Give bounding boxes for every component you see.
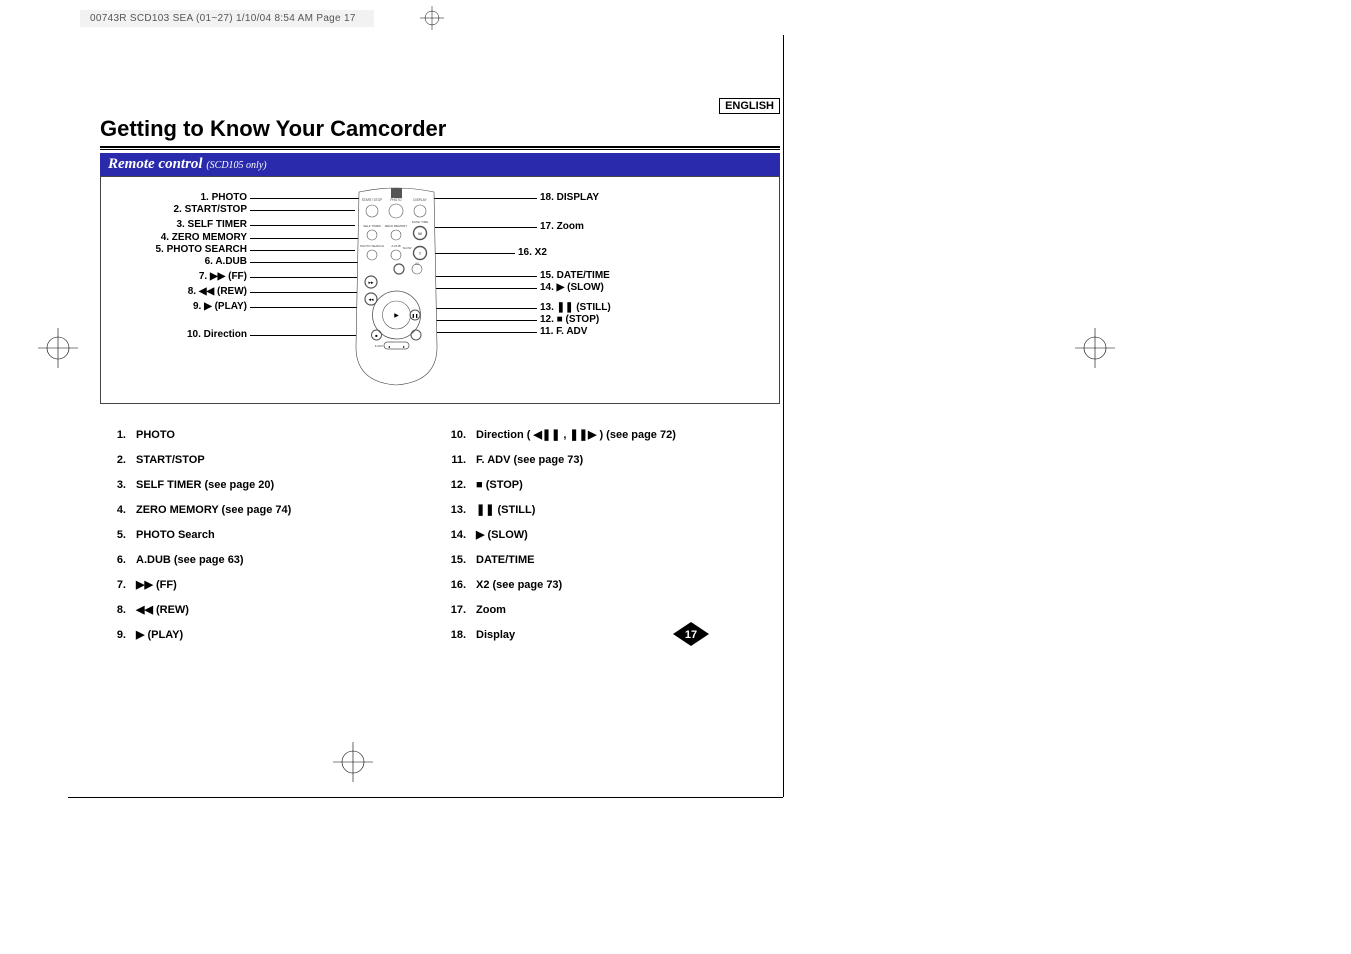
callout-x2: 16. X2 (518, 247, 547, 258)
title-rule-thick (100, 146, 780, 148)
list-item: 1.PHOTO (100, 428, 440, 442)
svg-text:❚❚: ❚❚ (412, 313, 419, 318)
list-item: 16.X2 (see page 73) (440, 578, 780, 592)
callout-rew: 8. ◀◀ (REW) (111, 286, 247, 297)
svg-text:PHOTO SEARCH: PHOTO SEARCH (360, 244, 384, 248)
svg-text:SLOW: SLOW (403, 246, 412, 250)
callout-photo: 1. PHOTO (111, 192, 247, 203)
list-item: 3.SELF TIMER (see page 20) (100, 478, 440, 492)
callout-start-stop: 2. START/STOP (111, 204, 247, 215)
svg-text:◂◂: ◂◂ (368, 297, 374, 303)
language-box: ENGLISH (719, 98, 780, 114)
list-item: 8.◀◀ (REW) (100, 603, 440, 617)
svg-text:▸: ▸ (403, 344, 405, 349)
callout-self-timer: 3. SELF TIMER (111, 219, 247, 230)
crop-line-horizontal (68, 797, 783, 798)
list-item: 5.PHOTO Search (100, 528, 440, 542)
svg-text:SELF TIMER: SELF TIMER (363, 224, 381, 228)
subtitle-note: (SCD105 only) (206, 160, 266, 171)
list-item: 11.F. ADV (see page 73) (440, 453, 780, 467)
legend-col-right: 10.Direction ( ◀❚❚ , ❚❚▶ ) (see page 72)… (440, 428, 780, 653)
callout-still: 13. ❚❚ (STILL) (540, 302, 611, 313)
callout-f-adv: 11. F. ADV (540, 326, 587, 337)
svg-text:17: 17 (685, 629, 697, 641)
callout-photo-search: 5. PHOTO SEARCH (111, 244, 247, 255)
page-content: ENGLISH Getting to Know Your Camcorder R… (100, 98, 780, 653)
page-title: Getting to Know Your Camcorder (100, 116, 780, 142)
svg-text:DATE/ TIME: DATE/ TIME (412, 220, 429, 224)
section-subtitle-bar: Remote control (SCD105 only) (100, 153, 780, 176)
list-item: 7.▶▶ (FF) (100, 578, 440, 592)
svg-text:W: W (418, 231, 422, 236)
list-item: 13.❚❚ (STILL) (440, 503, 780, 517)
list-item: 14.▶ (SLOW) (440, 528, 780, 542)
callout-stop: 12. ■ (STOP) (540, 314, 599, 325)
svg-text:◂: ◂ (388, 344, 390, 349)
callout-ff: 7. ▶▶ (FF) (111, 271, 247, 282)
svg-text:PHOTO: PHOTO (390, 198, 402, 202)
callout-display: 18. DISPLAY (540, 192, 599, 203)
registration-mark-right (1075, 328, 1115, 368)
list-item: 17.Zoom (440, 603, 780, 617)
svg-text:X2: X2 (415, 262, 419, 266)
svg-text:A.DUB: A.DUB (391, 244, 400, 248)
svg-text:▶: ▶ (394, 313, 399, 319)
callout-zoom: 17. Zoom (540, 221, 584, 232)
remote-diagram-box: 1. PHOTO 2. START/STOP 3. SELF TIMER 4. … (100, 176, 780, 404)
remote-illustration: START/ STOP PHOTO DISPLAY W SELF TIMER Z… (349, 187, 444, 392)
legend-lists: 1.PHOTO 2.START/STOP 3.SELF TIMER (see p… (100, 428, 780, 653)
list-item: 9.▶ (PLAY) (100, 628, 440, 642)
list-item: 15.DATE/TIME (440, 553, 780, 567)
list-item: 18.Display (440, 628, 780, 642)
svg-text:▸▸: ▸▸ (368, 280, 374, 286)
legend-col-left: 1.PHOTO 2.START/STOP 3.SELF TIMER (see p… (100, 428, 440, 653)
subtitle-text: Remote control (108, 156, 203, 172)
crop-mark-top (420, 6, 444, 30)
svg-text:ZERO MEMORY: ZERO MEMORY (385, 224, 408, 228)
list-item: 10.Direction ( ◀❚❚ , ❚❚▶ ) (see page 72) (440, 428, 780, 442)
title-rule-thin (100, 149, 780, 150)
callout-a-dub: 6. A.DUB (111, 256, 247, 267)
registration-mark-left (38, 328, 78, 368)
registration-mark-bottom (333, 742, 373, 787)
callout-zero-memory: 4. ZERO MEMORY (111, 232, 247, 243)
print-header: 00743R SCD103 SEA (01~27) 1/10/04 8:54 A… (80, 10, 374, 27)
page-number-badge: 17 (671, 620, 711, 653)
print-header-text: 00743R SCD103 SEA (01~27) 1/10/04 8:54 A… (90, 13, 356, 24)
callout-date-time: 15. DATE/TIME (540, 270, 610, 281)
list-item: 2.START/STOP (100, 453, 440, 467)
list-item: 12.■ (STOP) (440, 478, 780, 492)
callout-direction: 10. Direction (111, 329, 247, 340)
list-item: 6.A.DUB (see page 63) (100, 553, 440, 567)
crop-line-vertical (783, 35, 784, 797)
callout-play: 9. ▶ (PLAY) (111, 301, 247, 312)
language-label: ENGLISH (725, 100, 774, 112)
svg-text:START/ STOP: START/ STOP (362, 198, 383, 202)
callout-slow: 14. ▶ (SLOW) (540, 282, 604, 293)
svg-text:DISPLAY: DISPLAY (413, 198, 427, 202)
svg-text:F.ADV: F.ADV (375, 344, 384, 348)
list-item: 4.ZERO MEMORY (see page 74) (100, 503, 440, 517)
